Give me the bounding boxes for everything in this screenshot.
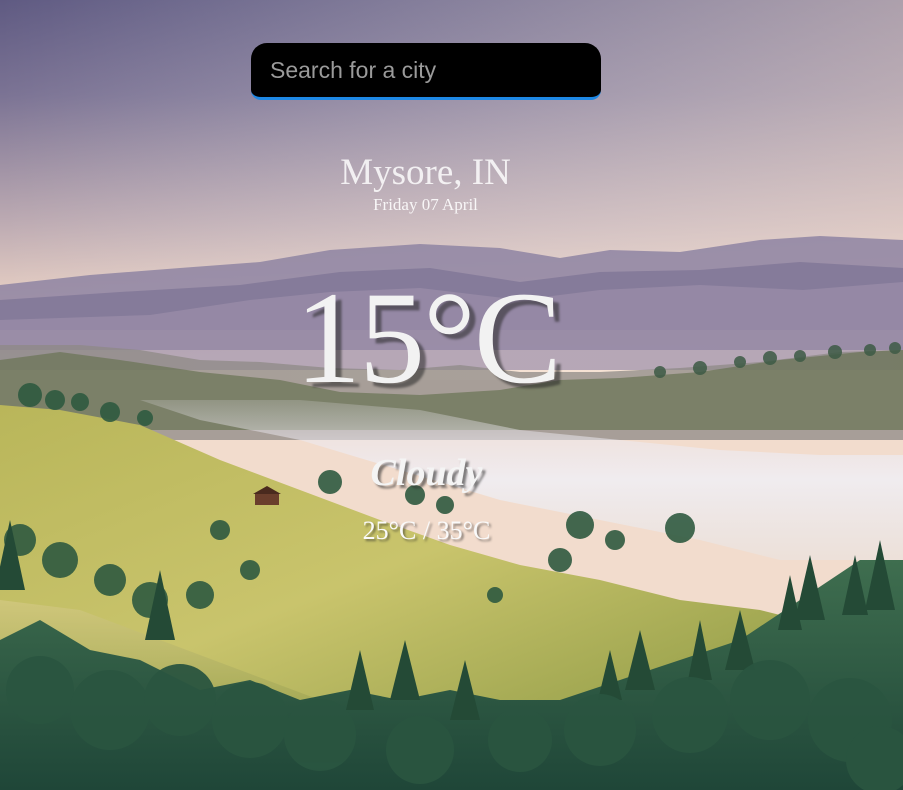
weather-condition: Cloudy [370,452,483,494]
location-block: Mysore, IN Friday 07 April [0,150,851,216]
current-temperature: 15°C [295,264,562,411]
city-name: Mysore, IN [340,152,511,193]
city-search-input[interactable] [251,43,601,100]
temperature-range: 25°C / 35°C [362,516,491,545]
current-date: Friday 07 April [373,195,478,214]
search-bar[interactable] [251,43,601,100]
